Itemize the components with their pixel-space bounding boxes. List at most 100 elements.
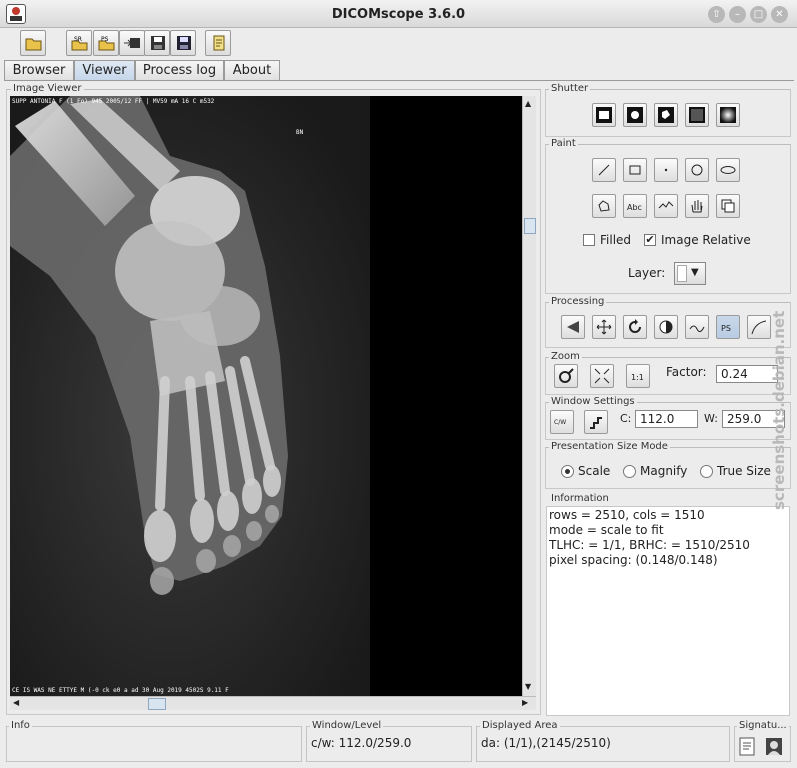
status-signature-box <box>734 726 791 762</box>
send-button[interactable] <box>119 30 145 56</box>
info-pixel-spacing: pixel spacing: (0.148/0.148) <box>549 553 718 567</box>
draw-point-button[interactable] <box>654 158 678 182</box>
point-icon <box>664 168 668 172</box>
shutter-rect-button[interactable] <box>592 103 616 127</box>
save-button[interactable] <box>144 30 170 56</box>
lut-curve-icon <box>689 325 705 333</box>
floppy-disk-save-as-icon <box>177 36 191 50</box>
true-size-label: True Size <box>717 464 771 478</box>
window-step-button[interactable] <box>584 410 608 434</box>
hand-icon <box>691 200 703 213</box>
draw-circle-button[interactable] <box>685 158 709 182</box>
shutter-polygon-button[interactable] <box>654 103 678 127</box>
shutter-label: Shutter <box>549 83 591 94</box>
zoom-factor-field[interactable]: 0.24 <box>716 365 778 383</box>
zoom-factor-label: Factor: <box>666 365 707 379</box>
vertical-scrollbar[interactable]: ▲ ▼ <box>522 96 536 696</box>
shutter-bitmap-button[interactable] <box>685 103 709 127</box>
gamma-curve-button[interactable] <box>747 315 771 339</box>
draw-rectangle-button[interactable] <box>623 158 647 182</box>
tab-browser[interactable]: Browser <box>4 60 74 80</box>
step-curve-icon <box>590 417 602 429</box>
draw-ellipse-button[interactable] <box>716 158 740 182</box>
info-mode: mode = scale to fit <box>549 523 664 537</box>
filled-label: Filled <box>600 233 632 247</box>
draw-text-button[interactable]: Abc <box>623 194 647 218</box>
shutter-circle-button[interactable] <box>623 103 647 127</box>
scroll-up-icon[interactable]: ▲ <box>525 99 531 108</box>
magnify-label: Magnify <box>640 464 688 478</box>
window-level-label: Window/Level <box>310 720 384 731</box>
layers-button[interactable] <box>716 194 740 218</box>
tab-about[interactable]: About <box>224 60 280 80</box>
save-as-button[interactable] <box>170 30 196 56</box>
draw-polygon-button[interactable] <box>592 194 616 218</box>
ps-icon: PS <box>721 324 731 333</box>
status-displayed-area-box: da: (1/1),(2145/2510) <box>476 726 730 762</box>
window-up-icon[interactable]: ⇧ <box>708 6 725 23</box>
image-relative-checkbox[interactable]: ✔ <box>644 234 656 246</box>
displayed-area-value: da: (1/1),(2145/2510) <box>481 736 611 750</box>
layers-icon <box>721 199 735 213</box>
window-settings-label: Window Settings <box>549 396 637 407</box>
curve-icon <box>658 201 674 209</box>
vertical-scroll-thumb[interactable] <box>524 218 536 234</box>
shutter-gradient-button[interactable] <box>716 103 740 127</box>
overlay-bottom-text: CE IS WAS NE ETTYE M (-0 ck e0 a ad 30 A… <box>12 687 229 694</box>
layer-label: Layer: <box>628 266 666 280</box>
tab-process-log[interactable]: Process log <box>135 60 224 80</box>
print-button[interactable] <box>205 30 231 56</box>
zoom-magnify-button[interactable] <box>554 364 578 388</box>
one-to-one-icon: 1:1 <box>631 373 644 382</box>
maximize-button[interactable]: □ <box>750 6 767 23</box>
draw-curve-button[interactable] <box>654 194 678 218</box>
watermark-text: screenshots.debian.net <box>770 310 788 510</box>
true-size-radio[interactable] <box>700 465 713 478</box>
paint-label: Paint <box>549 138 578 149</box>
open-folder-icon <box>25 38 42 51</box>
open-folder-button[interactable] <box>20 30 46 56</box>
open-ps-button[interactable]: PS <box>93 30 119 56</box>
draw-line-button[interactable] <box>592 158 616 182</box>
information-label: Information <box>549 493 611 504</box>
image-relative-label: Image Relative <box>661 233 751 247</box>
layer-select[interactable]: ▼ <box>674 262 706 285</box>
close-button[interactable]: ✕ <box>771 6 788 23</box>
user-portrait-icon[interactable] <box>765 737 783 757</box>
xray-foot-image: SUPP ANTONIA F (1 Fo) 945 2005/12 FF | M… <box>10 96 522 696</box>
magnify-radio[interactable] <box>623 465 636 478</box>
pan-hand-button[interactable] <box>685 194 709 218</box>
filled-checkbox[interactable] <box>583 234 595 246</box>
floppy-disk-icon <box>151 36 165 50</box>
scroll-left-icon[interactable]: ◀ <box>13 698 19 707</box>
layer-color-swatch <box>677 265 687 282</box>
open-sr-button[interactable]: SR <box>66 30 92 56</box>
svg-text:C/W: C/W <box>554 419 566 426</box>
scroll-down-icon[interactable]: ▼ <box>525 682 531 691</box>
line-icon <box>598 164 610 176</box>
scroll-right-icon[interactable]: ▶ <box>522 698 528 707</box>
move-button[interactable] <box>592 315 616 339</box>
scale-label: Scale <box>578 464 611 478</box>
center-field[interactable]: 112.0 <box>635 410 698 428</box>
tab-viewer[interactable]: Viewer <box>74 60 135 80</box>
flip-button[interactable] <box>561 315 585 339</box>
rotate-button[interactable] <box>623 315 647 339</box>
polygon-shutter-icon <box>658 107 674 123</box>
image-viewer-label: Image Viewer <box>11 83 84 94</box>
minimize-button[interactable]: – <box>729 6 746 23</box>
zoom-fit-button[interactable] <box>590 364 614 388</box>
scale-radio[interactable] <box>561 465 574 478</box>
circle-shutter-icon <box>627 107 643 123</box>
horizontal-scrollbar[interactable]: ◀ ▶ <box>10 696 536 710</box>
window-title: DICOMscope 3.6.0 <box>331 7 466 22</box>
image-viewer-canvas[interactable]: SUPP ANTONIA F (1 Fo) 945 2005/12 FF | M… <box>10 96 522 696</box>
ps-button[interactable]: PS <box>716 315 740 339</box>
zoom-1to1-button[interactable]: 1:1 <box>626 364 650 388</box>
bitmap-shutter-icon <box>689 107 705 123</box>
window-auto-button[interactable]: C/W <box>550 410 574 434</box>
invert-button[interactable] <box>654 315 678 339</box>
lut-button[interactable] <box>685 315 709 339</box>
document-icon[interactable] <box>739 737 757 757</box>
horizontal-scroll-thumb[interactable] <box>148 698 166 710</box>
